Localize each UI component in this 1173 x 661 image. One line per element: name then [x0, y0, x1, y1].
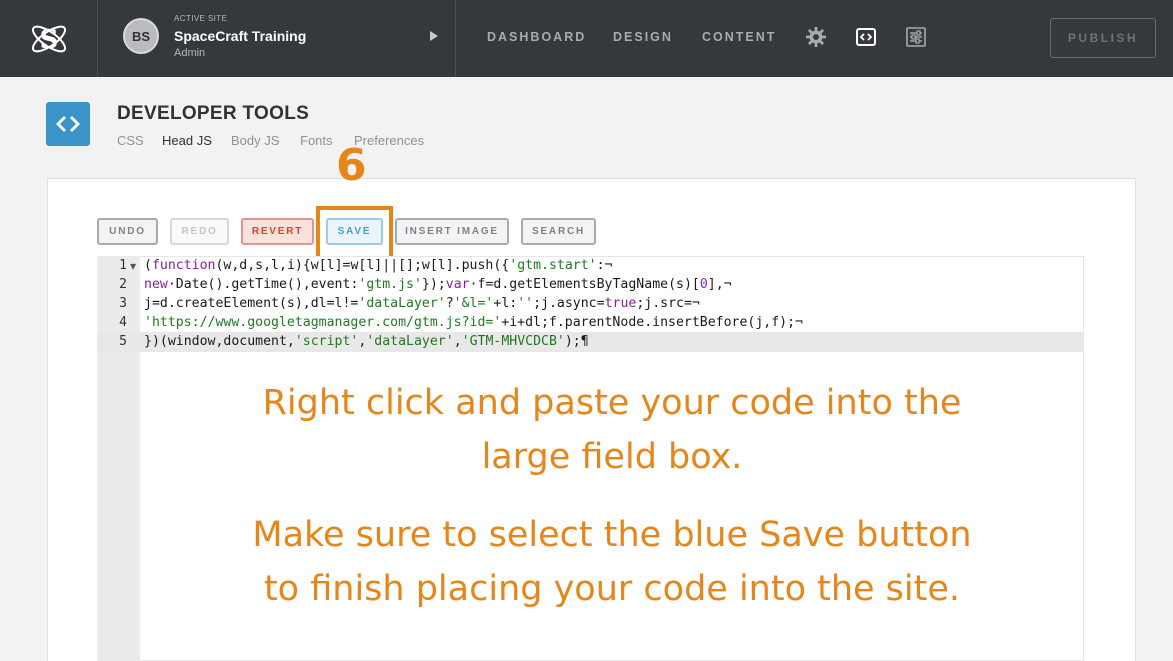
tab-head-js[interactable]: Head JS — [162, 133, 212, 148]
spacecraft-logo-icon[interactable]: S — [0, 0, 98, 77]
line-number: 1 — [119, 258, 127, 273]
code-line-1: (function(w,d,s,l,i){w[l]=w[l]||[];w[l].… — [144, 258, 613, 273]
undo-button[interactable]: UNDO — [97, 218, 158, 245]
gear-icon[interactable] — [803, 24, 829, 50]
nav-design[interactable]: DESIGN — [613, 30, 673, 44]
tab-css[interactable]: CSS — [117, 133, 144, 148]
code-line-2: new·Date().getTime(),event:'gtm.js'});va… — [144, 277, 732, 292]
tab-body-js[interactable]: Body JS — [231, 133, 279, 148]
nav-dashboard[interactable]: DASHBOARD — [487, 30, 586, 44]
revert-button[interactable]: REVERT — [241, 218, 314, 245]
save-button-highlight — [316, 206, 393, 260]
top-bar: S BS ACTIVE SITE SpaceCraft Training Adm… — [0, 0, 1173, 77]
active-site-switcher[interactable]: BS ACTIVE SITE SpaceCraft Training Admin — [98, 0, 456, 77]
line-number: 5 — [119, 334, 127, 349]
developer-tools-icon — [46, 102, 90, 146]
nav-content[interactable]: CONTENT — [702, 30, 776, 44]
code-icon[interactable] — [853, 24, 879, 50]
publish-button[interactable]: PUBLISH — [1050, 18, 1156, 58]
redo-button[interactable]: REDO — [170, 218, 229, 245]
instruction-line-2: large field box. — [481, 437, 743, 477]
instruction-line-4: to finish placing your code into the sit… — [263, 569, 961, 609]
active-site-kicker: ACTIVE SITE — [174, 14, 228, 23]
play-arrow-icon[interactable] — [430, 31, 438, 41]
search-button[interactable]: SEARCH — [521, 218, 596, 245]
site-name: SpaceCraft Training — [174, 28, 307, 44]
insert-image-button[interactable]: INSERT IMAGE — [395, 218, 509, 245]
instruction-line-1: Right click and paste your code into the — [262, 383, 962, 423]
line-number: 2 — [119, 277, 127, 292]
sliders-icon[interactable] — [903, 24, 929, 50]
svg-text:S: S — [39, 25, 58, 55]
step-number: 6 — [336, 140, 367, 191]
code-line-4: 'https://www.googletagmanager.com/gtm.js… — [144, 315, 803, 330]
fold-arrow-icon[interactable]: ▼ — [130, 262, 136, 271]
line-number: 4 — [119, 315, 127, 330]
tab-fonts[interactable]: Fonts — [300, 133, 333, 148]
instruction-line-3: Make sure to select the blue Save button — [252, 515, 972, 555]
site-role: Admin — [174, 47, 206, 59]
code-line-3: j=d.createElement(s),dl=l!='dataLayer'?'… — [144, 296, 700, 311]
page-title: DEVELOPER TOOLS — [117, 103, 310, 124]
avatar: BS — [123, 18, 159, 54]
code-line-5: })(window,document,'script','dataLayer',… — [144, 334, 589, 349]
line-number: 3 — [119, 296, 127, 311]
